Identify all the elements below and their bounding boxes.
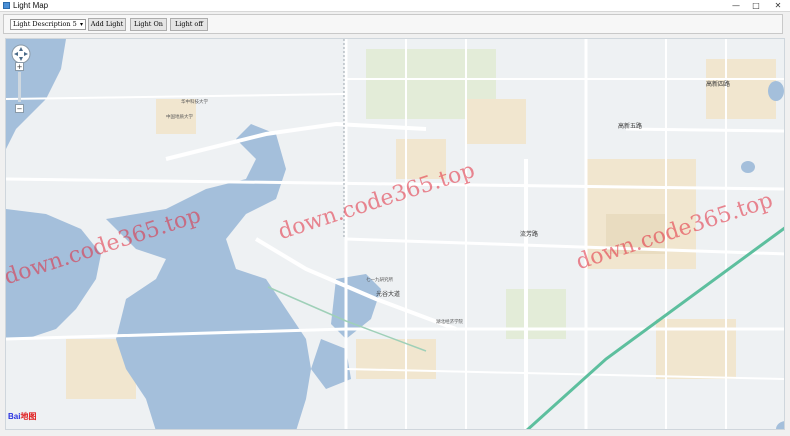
pan-control-icon[interactable]	[10, 43, 28, 61]
window-title: Light Map	[13, 1, 49, 10]
road-label: 华中科技大学	[181, 100, 208, 105]
road-label: 流芳路	[520, 231, 539, 238]
road-label: 湖北经济学院	[436, 320, 463, 325]
title-bar: Light Map — □ ✕	[0, 0, 790, 12]
zoom-in-button[interactable]: +	[15, 62, 24, 71]
app-icon	[3, 2, 10, 9]
map-view[interactable]: + − 高新五路 流芳路 光谷大道 七一九研究所 湖北经济学院 中国地质大学 华…	[5, 38, 785, 430]
light-description-value: Light Description 5	[13, 20, 77, 28]
light-description-select[interactable]: Light Description 5 ▾	[10, 19, 86, 30]
light-on-button[interactable]: Light On	[130, 18, 167, 31]
road-label: 中国地质大学	[166, 115, 193, 120]
toolbar: Light Description 5 ▾ Add Light Light On…	[3, 14, 783, 34]
baidu-logo: Bai地图	[8, 412, 37, 421]
zoom-out-button[interactable]: −	[15, 104, 24, 113]
light-off-button[interactable]: Light off	[170, 18, 208, 31]
minimize-button[interactable]: —	[725, 0, 747, 11]
road-label: 光谷大道	[376, 291, 401, 298]
add-light-button[interactable]: Add Light	[88, 18, 126, 31]
chevron-down-icon: ▾	[79, 21, 83, 28]
road-label: 高新五路	[618, 123, 643, 130]
close-button[interactable]: ✕	[767, 0, 789, 11]
maximize-button[interactable]: □	[745, 0, 767, 11]
zoom-slider[interactable]	[18, 72, 21, 102]
road-label: 七一九研究所	[366, 278, 393, 283]
road-label: 高新四路	[706, 81, 731, 88]
